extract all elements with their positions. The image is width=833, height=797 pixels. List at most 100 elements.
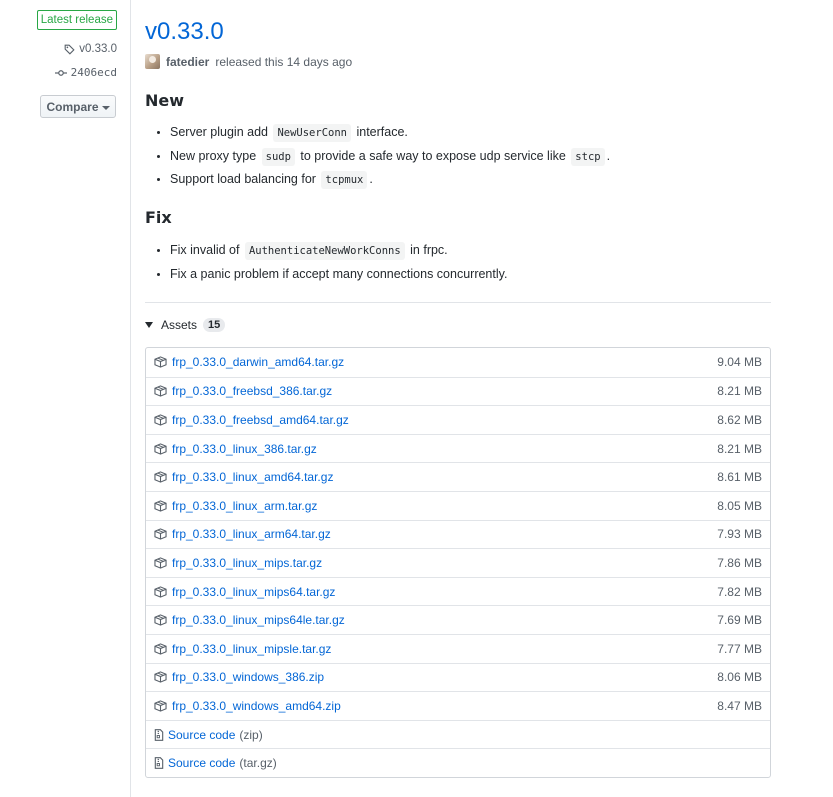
asset-row: frp_0.33.0_linux_amd64.tar.gz 8.61 MB bbox=[146, 462, 770, 491]
release-byline: fatedier released this 14 days ago bbox=[145, 54, 352, 69]
assets-count-badge: 15 bbox=[203, 318, 226, 332]
asset-link[interactable]: frp_0.33.0_linux_amd64.tar.gz bbox=[154, 470, 333, 484]
asset-name[interactable]: frp_0.33.0_linux_mips64.tar.gz bbox=[172, 585, 335, 599]
release-title[interactable]: v0.33.0 bbox=[145, 17, 224, 47]
asset-size: 8.61 MB bbox=[717, 470, 762, 485]
asset-size: 7.93 MB bbox=[717, 527, 762, 542]
release-commit[interactable]: 2406ecd bbox=[54, 66, 117, 79]
release-tag[interactable]: v0.33.0 bbox=[64, 43, 117, 55]
asset-link[interactable]: frp_0.33.0_windows_amd64.zip bbox=[154, 699, 341, 713]
tag-icon bbox=[64, 44, 75, 55]
asset-size: 9.04 MB bbox=[717, 355, 762, 370]
asset-link[interactable]: frp_0.33.0_linux_mips64le.tar.gz bbox=[154, 613, 345, 627]
item-text: to provide a safe way to expose udp serv… bbox=[296, 148, 570, 163]
source-code-link[interactable]: Source code bbox=[168, 728, 235, 742]
list-item: Fix a panic problem if accept many conne… bbox=[170, 263, 507, 287]
package-icon bbox=[154, 585, 167, 598]
asset-link[interactable]: frp_0.33.0_linux_mipsle.tar.gz bbox=[154, 642, 331, 656]
asset-row: frp_0.33.0_linux_mips64.tar.gz 7.82 MB bbox=[146, 576, 770, 606]
asset-name[interactable]: frp_0.33.0_windows_amd64.zip bbox=[172, 699, 341, 713]
compare-button[interactable]: Compare bbox=[40, 95, 116, 118]
source-code-format: (tar.gz) bbox=[239, 756, 277, 771]
tag-label: v0.33.0 bbox=[79, 43, 117, 55]
asset-name[interactable]: frp_0.33.0_linux_386.tar.gz bbox=[172, 442, 317, 456]
git-commit-icon bbox=[54, 68, 67, 78]
list-item: Fix invalid of AuthenticateNewWorkConns … bbox=[170, 239, 507, 263]
package-icon bbox=[154, 614, 167, 626]
asset-link[interactable]: frp_0.33.0_linux_arm64.tar.gz bbox=[154, 527, 331, 541]
asset-row: frp_0.33.0_freebsd_386.tar.gz 8.21 MB bbox=[146, 376, 770, 406]
item-text: New proxy type bbox=[170, 148, 260, 163]
asset-size: 8.06 MB bbox=[717, 670, 762, 685]
item-text: Fix invalid of bbox=[170, 243, 243, 257]
fix-items-list: Fix invalid of AuthenticateNewWorkConns … bbox=[170, 239, 507, 286]
item-text: . bbox=[369, 172, 373, 186]
asset-row: frp_0.33.0_linux_mips64le.tar.gz 7.69 MB bbox=[146, 605, 770, 634]
item-text: Server plugin add bbox=[170, 125, 272, 139]
asset-row: frp_0.33.0_linux_mips.tar.gz 7.86 MB bbox=[146, 548, 770, 577]
inline-code: stcp bbox=[571, 147, 605, 166]
asset-name[interactable]: frp_0.33.0_freebsd_amd64.tar.gz bbox=[172, 413, 349, 427]
inline-code: NewUserConn bbox=[273, 124, 351, 142]
asset-name[interactable]: frp_0.33.0_darwin_amd64.tar.gz bbox=[172, 355, 344, 369]
package-icon bbox=[154, 356, 167, 368]
author-link[interactable]: fatedier bbox=[166, 55, 209, 69]
asset-link[interactable]: frp_0.33.0_linux_arm.tar.gz bbox=[154, 499, 317, 513]
asset-name[interactable]: frp_0.33.0_freebsd_386.tar.gz bbox=[172, 384, 332, 398]
avatar[interactable] bbox=[145, 54, 160, 69]
asset-row: frp_0.33.0_linux_386.tar.gz 8.21 MB bbox=[146, 433, 770, 463]
asset-size: 7.86 MB bbox=[717, 555, 762, 570]
asset-link[interactable]: frp_0.33.0_linux_mips.tar.gz bbox=[154, 556, 322, 570]
released-text: released this 14 days ago bbox=[215, 54, 353, 69]
asset-name[interactable]: frp_0.33.0_linux_amd64.tar.gz bbox=[172, 470, 333, 484]
package-icon bbox=[154, 471, 167, 483]
asset-link[interactable]: frp_0.33.0_windows_386.zip bbox=[154, 670, 324, 684]
assets-label: Assets bbox=[161, 318, 198, 332]
asset-size: 7.69 MB bbox=[717, 613, 762, 628]
asset-size: 8.21 MB bbox=[717, 441, 762, 456]
package-icon bbox=[154, 528, 167, 541]
list-item: Support load balancing for tcpmux. bbox=[170, 168, 610, 192]
asset-size: 8.47 MB bbox=[717, 698, 762, 713]
asset-size: 7.77 MB bbox=[717, 641, 762, 656]
source-code-link[interactable]: Source code bbox=[168, 756, 235, 770]
divider bbox=[145, 302, 771, 303]
inline-code: AuthenticateNewWorkConns bbox=[244, 242, 405, 260]
chevron-down-icon bbox=[101, 105, 110, 110]
package-icon bbox=[154, 671, 167, 684]
package-icon bbox=[154, 700, 167, 712]
file-zip-icon bbox=[154, 757, 164, 770]
source-code-row[interactable]: Source code (zip) bbox=[146, 719, 770, 749]
asset-name[interactable]: frp_0.33.0_linux_arm.tar.gz bbox=[172, 499, 317, 513]
asset-name[interactable]: frp_0.33.0_linux_mipsle.tar.gz bbox=[172, 642, 331, 656]
release-sidebar: Latest release v0.33.0 2406ecd Compare bbox=[0, 0, 131, 797]
inline-code: sudp bbox=[261, 147, 295, 166]
asset-row: frp_0.33.0_linux_mipsle.tar.gz 7.77 MB bbox=[146, 633, 770, 663]
asset-row: frp_0.33.0_freebsd_amd64.tar.gz 8.62 MB bbox=[146, 405, 770, 434]
assets-toggle[interactable]: Assets 15 bbox=[145, 318, 226, 332]
asset-link[interactable]: frp_0.33.0_freebsd_amd64.tar.gz bbox=[154, 413, 349, 427]
source-code-row[interactable]: Source code (tar.gz) bbox=[146, 748, 770, 777]
inline-code: tcpmux bbox=[321, 171, 368, 189]
asset-row: frp_0.33.0_darwin_amd64.tar.gz 9.04 MB bbox=[146, 348, 770, 377]
asset-link[interactable]: frp_0.33.0_linux_mips64.tar.gz bbox=[154, 585, 335, 599]
new-items-list: Server plugin add NewUserConn interface.… bbox=[170, 121, 610, 192]
asset-name[interactable]: frp_0.33.0_linux_mips.tar.gz bbox=[172, 556, 322, 570]
asset-name[interactable]: frp_0.33.0_linux_arm64.tar.gz bbox=[172, 527, 331, 541]
asset-name[interactable]: frp_0.33.0_windows_386.zip bbox=[172, 670, 324, 684]
compare-label: Compare bbox=[46, 99, 99, 114]
package-icon bbox=[154, 643, 167, 655]
asset-link[interactable]: frp_0.33.0_linux_386.tar.gz bbox=[154, 442, 317, 456]
package-icon bbox=[154, 414, 167, 426]
item-text: Support load balancing for bbox=[170, 172, 320, 186]
caret-down-icon bbox=[145, 322, 153, 328]
commit-hash: 2406ecd bbox=[70, 66, 117, 79]
asset-size: 8.21 MB bbox=[717, 384, 762, 399]
package-icon bbox=[154, 385, 167, 398]
asset-row: frp_0.33.0_windows_amd64.zip 8.47 MB bbox=[146, 691, 770, 720]
asset-link[interactable]: frp_0.33.0_darwin_amd64.tar.gz bbox=[154, 355, 344, 369]
asset-name[interactable]: frp_0.33.0_linux_mips64le.tar.gz bbox=[172, 613, 345, 627]
item-text: . bbox=[606, 148, 611, 163]
asset-link[interactable]: frp_0.33.0_freebsd_386.tar.gz bbox=[154, 384, 332, 398]
asset-row: frp_0.33.0_windows_386.zip 8.06 MB bbox=[146, 662, 770, 692]
